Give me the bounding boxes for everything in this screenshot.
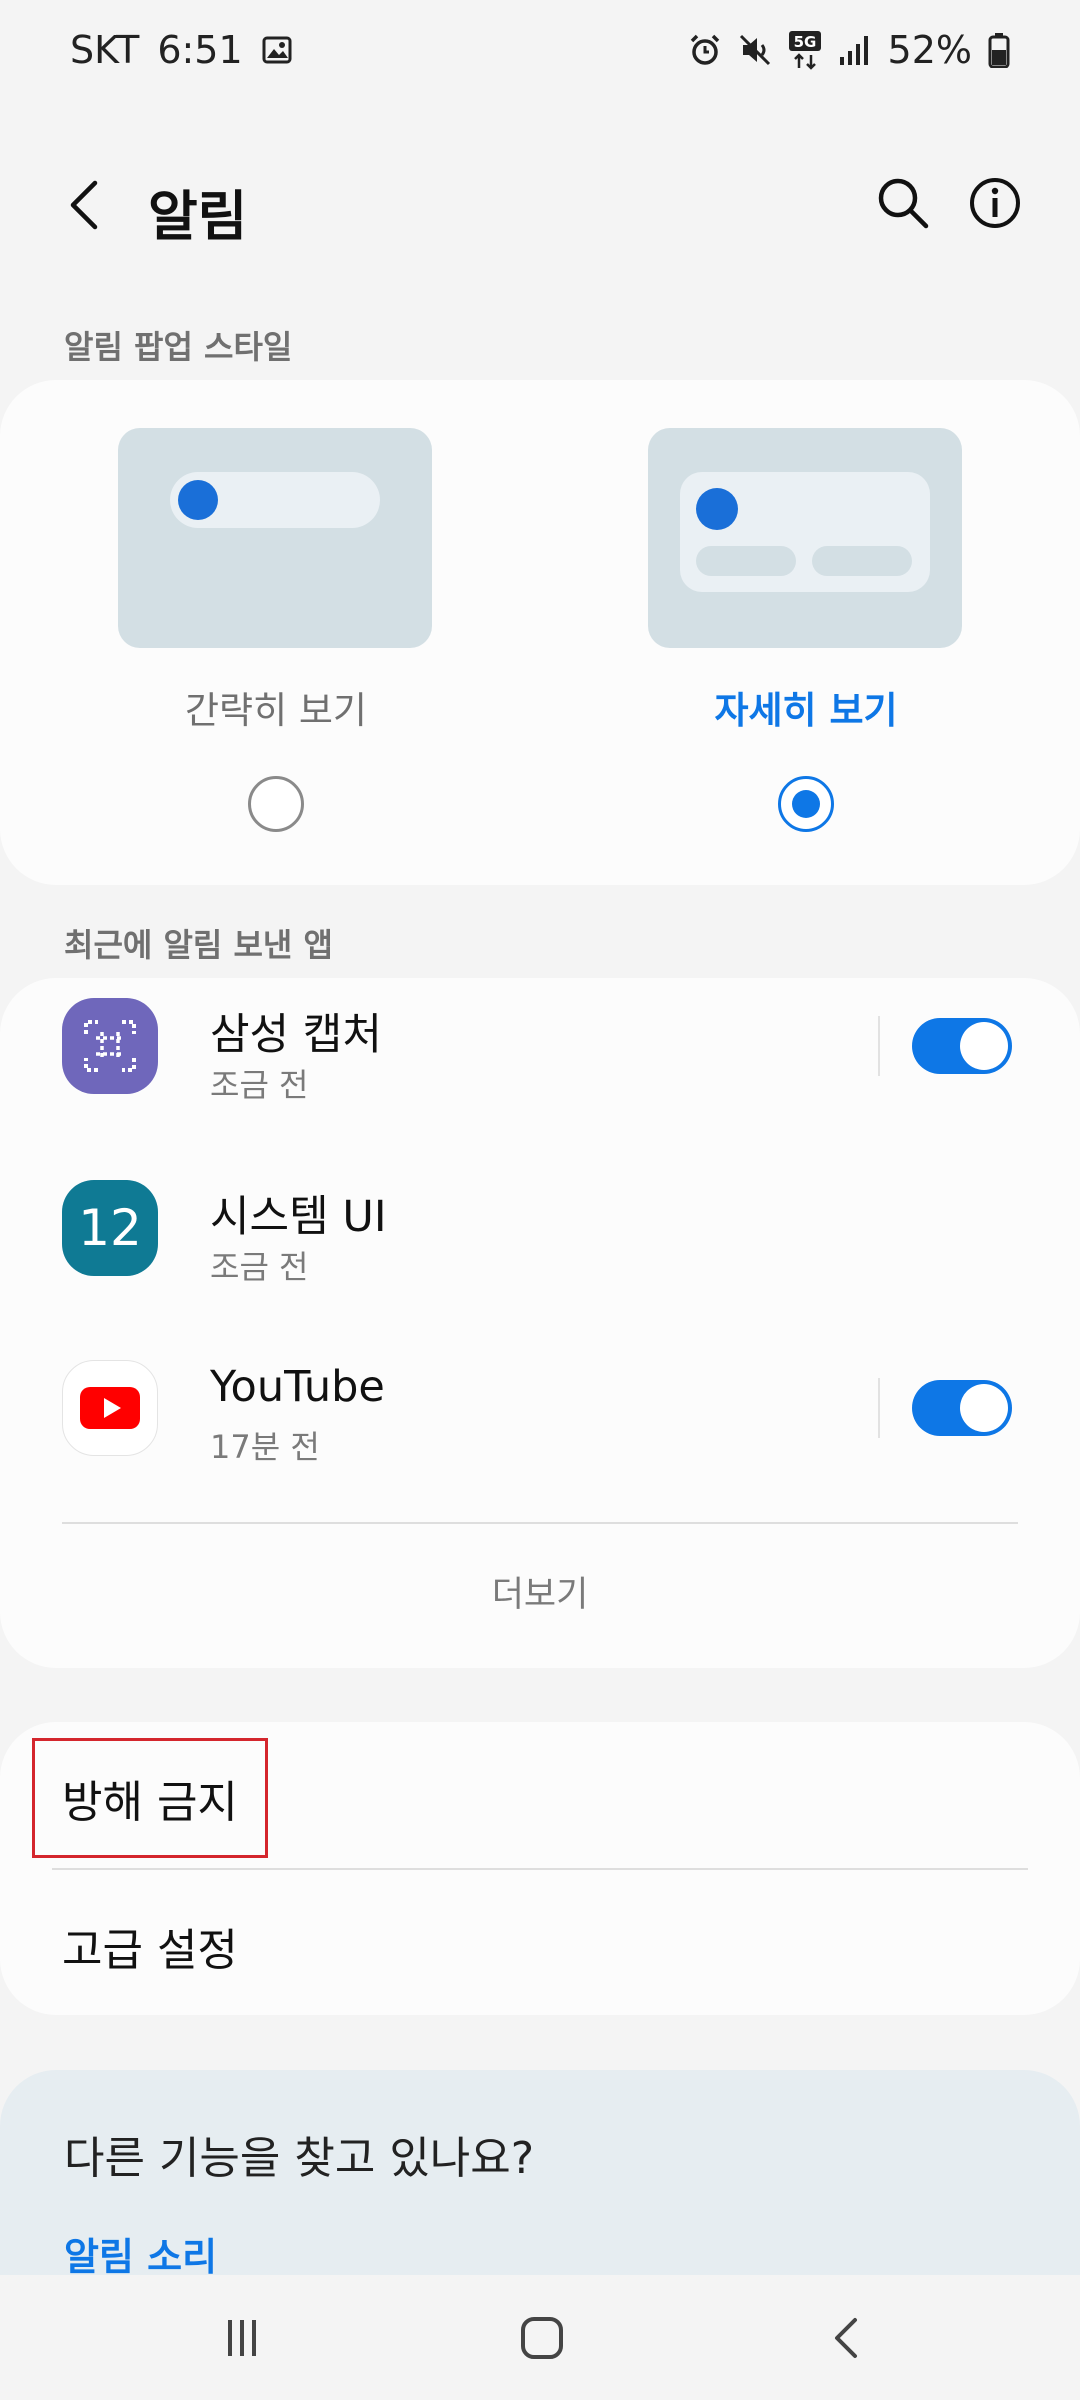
brief-preview	[118, 428, 432, 648]
network-5g-icon: 5G	[788, 30, 822, 70]
battery-icon	[988, 32, 1010, 68]
do-not-disturb-item[interactable]: 방해 금지	[62, 1766, 238, 1830]
navigation-bar	[0, 2275, 1080, 2400]
app-time: 조금 전	[210, 1066, 309, 1104]
alarm-icon	[688, 33, 722, 67]
notification-toggle[interactable]	[912, 1018, 1012, 1074]
advanced-settings-item[interactable]: 고급 설정	[62, 1914, 238, 1978]
carrier-label: SKT	[70, 28, 140, 72]
mute-icon	[738, 33, 772, 67]
info-button[interactable]	[960, 170, 1030, 240]
notification-toggle[interactable]	[912, 1380, 1012, 1436]
search-button[interactable]	[868, 170, 938, 240]
popup-style-header: 알림 팝업 스타일	[64, 328, 293, 366]
list-item[interactable]: 12 시스템 UI 조금 전	[0, 1160, 1080, 1330]
app-name: 시스템 UI	[210, 1192, 387, 1242]
suggestions-title: 다른 기능을 찾고 있나요?	[64, 2133, 535, 2184]
notification-sound-link[interactable]: 알림 소리	[64, 2226, 217, 2281]
app-name: 삼성 캡처	[210, 1010, 382, 1060]
info-icon	[968, 176, 1022, 234]
app-time: 조금 전	[210, 1248, 309, 1286]
style-option-brief[interactable]: 간략히 보기	[96, 380, 456, 880]
list-item[interactable]: YouTube 17분 전	[0, 1340, 1080, 1510]
samsung-capture-icon	[62, 998, 158, 1094]
recent-apps-header: 최근에 알림 보낸 앱	[64, 926, 333, 964]
detailed-preview	[648, 428, 962, 648]
radio-detailed[interactable]	[778, 776, 834, 832]
suggestions-card: 다른 기능을 찾고 있나요? 알림 소리	[0, 2070, 1080, 2290]
recent-apps-card: 삼성 캡처 조금 전 12 시스템 UI 조금 전 YouTube 17분 전 …	[0, 978, 1080, 1668]
clock: 6:51	[157, 28, 243, 72]
list-item[interactable]: 삼성 캡처 조금 전	[0, 978, 1080, 1148]
style-option-detailed[interactable]: 자세히 보기	[626, 380, 986, 880]
popup-style-card: 간략히 보기 자세히 보기	[0, 380, 1080, 885]
signal-icon	[838, 33, 872, 67]
style-label-brief: 간략히 보기	[185, 689, 367, 732]
youtube-icon	[62, 1360, 158, 1456]
back-icon	[831, 2316, 861, 2364]
settings-card: 방해 금지 고급 설정	[0, 1722, 1080, 2015]
battery-percent: 52%	[887, 28, 972, 72]
app-name: YouTube	[210, 1362, 385, 1412]
style-label-detailed: 자세히 보기	[714, 689, 898, 732]
radio-brief[interactable]	[248, 776, 304, 832]
divider	[878, 1378, 880, 1438]
more-button[interactable]: 더보기	[0, 1566, 1080, 1617]
nav-back-button[interactable]	[806, 2305, 886, 2375]
search-icon	[876, 176, 930, 234]
divider	[62, 1522, 1018, 1524]
app-bar: 알림	[0, 150, 1080, 260]
gallery-notification-icon	[261, 34, 293, 66]
system-ui-icon: 12	[62, 1180, 158, 1276]
back-button[interactable]	[50, 170, 120, 240]
svg-text:12: 12	[78, 1199, 142, 1257]
svg-text:5G: 5G	[793, 33, 816, 51]
recent-apps-button[interactable]	[202, 2305, 282, 2375]
home-button[interactable]	[502, 2305, 582, 2375]
divider	[878, 1016, 880, 1076]
recents-icon	[222, 2318, 262, 2362]
page-title: 알림	[148, 185, 248, 248]
divider	[52, 1868, 1028, 1870]
app-time: 17분 전	[210, 1428, 320, 1466]
home-icon	[520, 2316, 564, 2364]
status-bar: SKT 6:51 5G 52%	[0, 0, 1080, 100]
